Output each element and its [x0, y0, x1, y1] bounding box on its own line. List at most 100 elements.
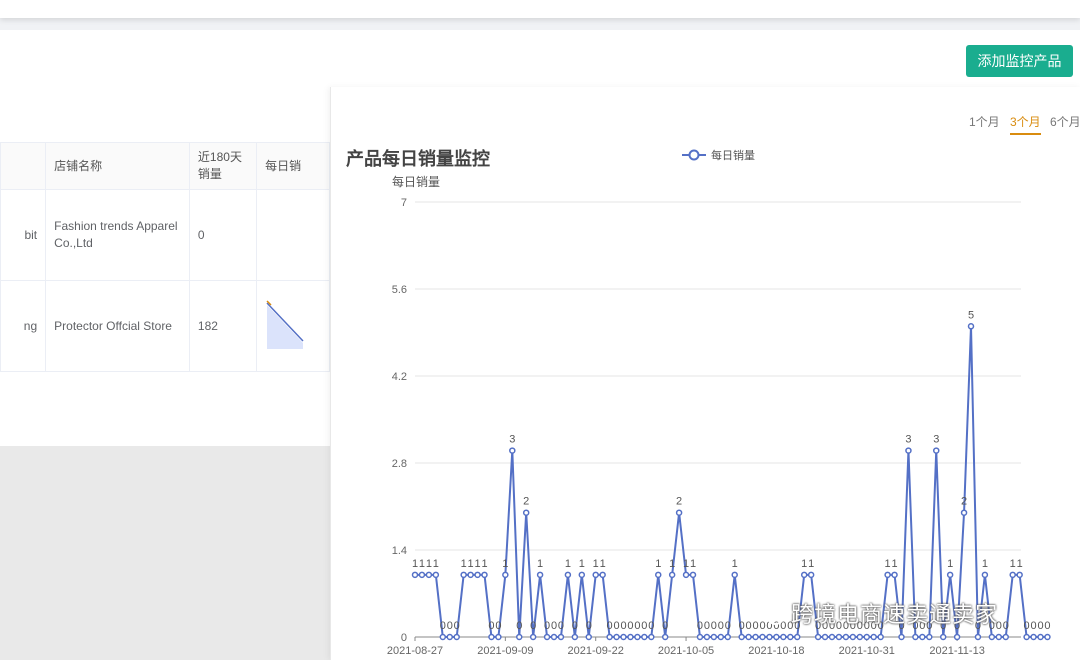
data-point: [835, 633, 843, 641]
data-point: [856, 633, 864, 641]
data-label: 1: [481, 558, 487, 570]
data-point: [1002, 633, 1009, 641]
series-line-daily-sales: [415, 326, 1048, 638]
data-point: [891, 571, 898, 579]
data-label: 0: [447, 620, 453, 632]
data-label: 0: [1030, 620, 1036, 632]
data-label: 1: [1010, 558, 1016, 570]
data-point: [529, 633, 537, 641]
data-point: [974, 633, 982, 641]
data-label: 0: [697, 620, 703, 632]
data-point: [981, 571, 989, 579]
data-point: [926, 633, 933, 641]
data-point: [467, 571, 474, 579]
data-point: [578, 571, 586, 579]
table-row[interactable]: ng Protector Offcial Store 182: [0, 280, 330, 372]
data-point: [550, 633, 558, 641]
data-point: [668, 571, 676, 579]
data-label: 0: [1044, 620, 1050, 632]
data-point: [1016, 571, 1023, 579]
data-point: [849, 633, 857, 641]
data-point: [905, 447, 912, 454]
column-header-product: [0, 142, 47, 190]
y-tick-label: 7: [401, 197, 407, 209]
data-point: [432, 571, 440, 579]
header-card: [0, 30, 1080, 92]
y-axis-label: 每日销量: [392, 174, 440, 189]
data-point: [564, 571, 572, 579]
data-label: 2: [676, 496, 682, 508]
data-label: 0: [558, 620, 564, 632]
product-table: 店铺名称 近180天销量 每日销 bit Fashion trends Appa…: [0, 142, 330, 372]
data-point: [689, 571, 697, 579]
sales-180-cell: 182: [188, 280, 258, 372]
data-label: 0: [1003, 620, 1009, 632]
data-point: [731, 571, 738, 579]
data-point: [481, 571, 488, 579]
column-header-daily: 每日销: [256, 142, 330, 190]
data-point: [766, 633, 773, 641]
data-point: [411, 571, 419, 579]
data-label: 0: [551, 620, 557, 632]
column-header-store: 店铺名称: [45, 142, 190, 190]
data-label: 5: [968, 309, 974, 321]
data-point: [898, 633, 905, 641]
data-label: 0: [1024, 620, 1030, 632]
data-label: 0: [739, 620, 745, 632]
data-point: [821, 633, 829, 641]
watermark: 跨境电商速卖通卖家: [760, 597, 998, 629]
data-point: [953, 633, 961, 641]
data-label: 1: [891, 558, 897, 570]
watermark-text: 跨境电商速卖通卖家: [791, 602, 999, 627]
data-label: 0: [641, 620, 647, 632]
data-label: 0: [634, 620, 640, 632]
data-label: 0: [544, 620, 550, 632]
data-label: 1: [502, 558, 508, 570]
data-point: [814, 633, 822, 641]
data-point: [536, 571, 544, 579]
data-label: 1: [426, 558, 432, 570]
data-point: [641, 633, 648, 641]
data-point: [648, 633, 655, 641]
data-point: [453, 633, 460, 641]
data-label: 0: [711, 620, 717, 632]
data-point: [717, 633, 725, 641]
data-point: [787, 633, 794, 641]
data-label: 1: [655, 558, 661, 570]
data-label: 0: [627, 620, 633, 632]
data-point: [773, 633, 780, 641]
data-point: [425, 571, 433, 579]
y-tick-label: 2.8: [392, 458, 407, 470]
data-label: 0: [620, 620, 626, 632]
product-name-cell: ng: [0, 280, 47, 372]
data-label: 0: [530, 620, 536, 632]
data-point: [995, 633, 1003, 641]
data-label: 0: [440, 620, 446, 632]
data-point: [516, 633, 523, 641]
data-point: [543, 633, 551, 641]
data-point: [522, 509, 530, 516]
add-monitor-product-button[interactable]: 添加监控产品: [966, 45, 1073, 77]
y-tick-label: 5.6: [392, 284, 407, 296]
table-row[interactable]: bit Fashion trends Apparel Co.,Ltd 0: [0, 189, 330, 281]
data-label: 0: [746, 620, 752, 632]
data-label: 1: [683, 558, 689, 570]
data-label: 0: [725, 620, 731, 632]
data-point: [460, 571, 467, 579]
x-tick-label: 2021-09-22: [568, 645, 624, 657]
data-point: [585, 633, 592, 641]
column-header-sales-180: 近180天销量: [188, 142, 258, 190]
data-label: 1: [593, 558, 599, 570]
data-point: [745, 633, 752, 641]
data-point: [1044, 633, 1051, 641]
data-point: [495, 633, 502, 641]
data-point: [1030, 633, 1037, 641]
product-name-cell: bit: [0, 189, 47, 281]
data-label: 1: [419, 558, 425, 570]
data-point: [488, 633, 495, 641]
x-tick-label: 2021-09-09: [477, 645, 533, 657]
data-point: [912, 633, 919, 641]
data-point: [557, 633, 565, 641]
data-label: 1: [808, 558, 814, 570]
data-point: [842, 633, 850, 641]
